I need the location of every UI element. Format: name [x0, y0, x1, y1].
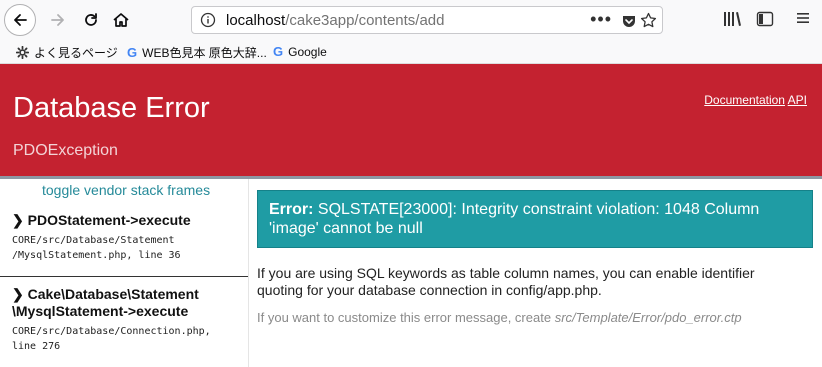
frame-divider: [0, 276, 248, 277]
hamburger-menu-icon[interactable]: [795, 10, 811, 31]
exception-type: PDOException: [13, 142, 118, 159]
library-icon[interactable]: [723, 10, 743, 33]
header-links: Documentation API: [704, 93, 807, 107]
forward-arrow-icon: [51, 14, 64, 26]
google-icon: G: [273, 44, 284, 59]
api-link[interactable]: API: [788, 93, 807, 107]
pocket-icon[interactable]: [621, 13, 637, 34]
info-icon[interactable]: [200, 12, 216, 33]
bookmark-label: よく見るページ: [34, 46, 118, 60]
frame-title-line: \MysqlStatement->execute: [12, 303, 189, 319]
url-host: localhost: [226, 12, 286, 29]
sidebar-border: [248, 179, 249, 367]
toggle-vendor-frames-link[interactable]: toggle vendor stack frames: [42, 182, 210, 198]
stack-frame[interactable]: ❯ PDOStatement->execute CORE/src/Databas…: [12, 212, 242, 263]
customize-hint: If you want to customize this error mess…: [257, 310, 802, 325]
error-text: Error: SQLSTATE[23000]: Integrity constr…: [269, 200, 802, 238]
browser-toolbar: localhost/cake3app/contents/add •••: [0, 0, 822, 40]
frame-title: ❯ Cake\Database\Statement \MysqlStatemen…: [12, 286, 242, 320]
url-text[interactable]: localhost/cake3app/contents/add: [226, 12, 445, 29]
bookmark-item[interactable]: G Google: [273, 44, 327, 59]
page-actions-icon[interactable]: •••: [590, 9, 612, 30]
frame-file-line: /MysqlStatement.php, line 36: [12, 250, 181, 261]
documentation-link[interactable]: Documentation: [704, 93, 785, 107]
bookmark-label: WEB色見本 原色大辞...: [142, 46, 267, 60]
home-icon: [113, 13, 129, 27]
frame-file: CORE/src/Database/Connection.php, line 2…: [12, 324, 242, 354]
error-label: Error:: [269, 201, 314, 218]
url-bar[interactable]: localhost/cake3app/contents/add •••: [191, 6, 663, 34]
error-message: SQLSTATE[23000]: Integrity constraint vi…: [269, 201, 760, 237]
bookmark-star-icon[interactable]: [640, 12, 657, 34]
customize-prefix: If you want to customize this error mess…: [257, 310, 552, 325]
back-arrow-icon: [14, 14, 27, 26]
back-button[interactable]: [4, 4, 36, 36]
url-path: /cake3app/contents/add: [285, 12, 445, 29]
gear-icon: [16, 46, 29, 59]
frame-title-line: ❯ Cake\Database\Statement: [12, 286, 199, 302]
bookmark-item[interactable]: よく見るページ: [16, 44, 118, 61]
reload-icon: [85, 13, 97, 26]
stack-frame[interactable]: ❯ Cake\Database\Statement \MysqlStatemen…: [12, 286, 242, 354]
google-icon: G: [127, 45, 138, 60]
frame-file: CORE/src/Database/Statement /MysqlStatem…: [12, 233, 242, 263]
template-path: src/Template/Error/pdo_error.ctp: [554, 310, 742, 325]
error-help-message: If you are using SQL keywords as table c…: [257, 265, 755, 298]
page-title: Database Error: [13, 92, 210, 124]
error-message-box: Error: SQLSTATE[23000]: Integrity constr…: [257, 190, 813, 248]
stack-trace-sidebar: toggle vendor stack frames ❯ PDOStatemen…: [0, 179, 248, 367]
bookmarks-bar: よく見るページ G WEB色見本 原色大辞... G Google: [0, 40, 822, 64]
bookmark-label: Google: [288, 44, 327, 59]
reload-button[interactable]: [77, 6, 105, 34]
frame-file-line: CORE/src/Database/Connection.php,: [12, 326, 211, 337]
frame-file-line: line 276: [12, 341, 61, 352]
forward-button[interactable]: [44, 6, 72, 34]
frame-file-line: CORE/src/Database/Statement: [12, 235, 175, 246]
frame-title: ❯ PDOStatement->execute: [12, 212, 191, 228]
error-header: Database Error PDOException Documentatio…: [0, 64, 822, 176]
home-button[interactable]: [107, 6, 135, 34]
bookmark-item[interactable]: G WEB色見本 原色大辞...: [127, 44, 267, 61]
sidebar-toggle-icon[interactable]: [756, 10, 774, 33]
